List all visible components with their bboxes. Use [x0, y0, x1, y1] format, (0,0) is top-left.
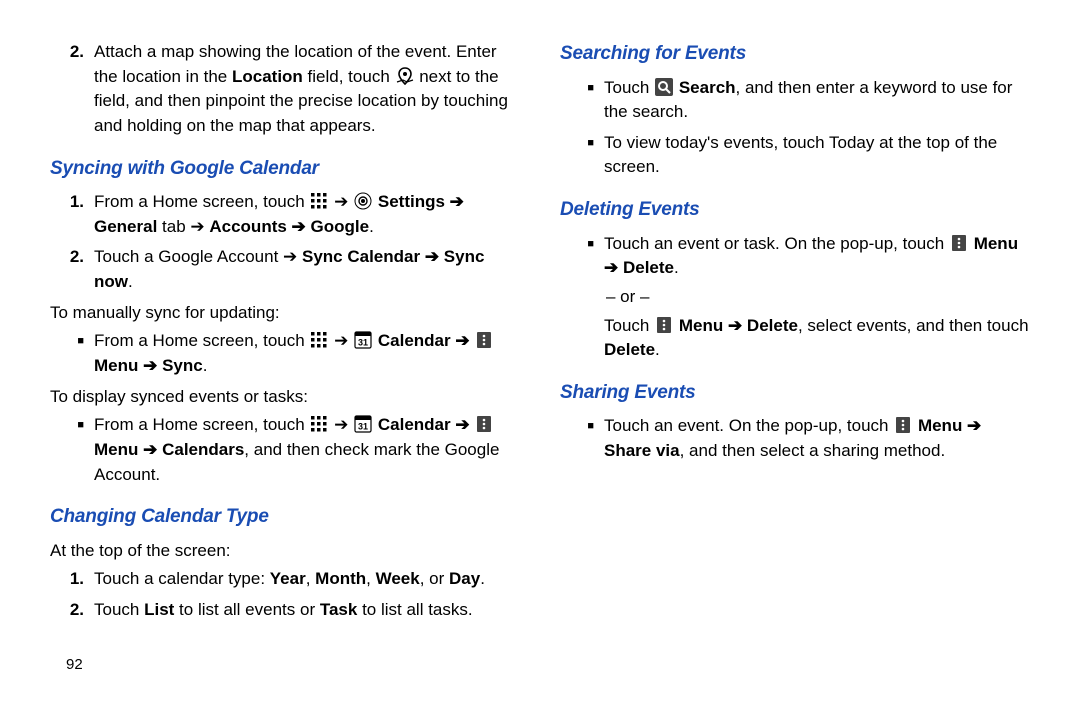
heading-syncing: Syncing with Google Calendar: [50, 155, 520, 183]
right-column: Searching for Events ■ Touch Search, and…: [560, 40, 1030, 710]
delete-item: ■ Touch an event or task. On the pop-up,…: [560, 232, 1030, 363]
menu-icon: [475, 415, 493, 433]
heading-sharing: Sharing Events: [560, 379, 1030, 407]
map-pin-icon: [396, 67, 414, 85]
settings-icon: [354, 192, 372, 210]
heading-deleting: Deleting Events: [560, 196, 1030, 224]
apps-icon: [310, 415, 328, 433]
step-number: 2.: [50, 40, 94, 139]
event-map-step: 2. Attach a map showing the location of …: [50, 40, 520, 139]
menu-icon: [475, 331, 493, 349]
sync-step-2: 2. Touch a Google Account ➔ Sync Calenda…: [50, 245, 520, 294]
search-item-1: ■ Touch Search, and then enter a keyword…: [560, 76, 1030, 125]
apps-icon: [310, 192, 328, 210]
share-item: ■ Touch an event. On the pop-up, touch M…: [560, 414, 1030, 463]
cct-step-1: 1. Touch a calendar type: Year, Month, W…: [50, 567, 520, 592]
menu-icon: [950, 234, 968, 252]
search-icon: [655, 78, 673, 96]
apps-icon: [310, 331, 328, 349]
page-number: 92: [66, 654, 83, 676]
search-item-2: ■ To view today's events, touch Today at…: [560, 131, 1030, 180]
manual-sync-item: ■ From a Home screen, touch ➔ Calendar ➔…: [50, 329, 520, 378]
heading-changing-type: Changing Calendar Type: [50, 503, 520, 531]
cct-step-2: 2. Touch List to list all events or Task…: [50, 598, 520, 623]
menu-icon: [894, 416, 912, 434]
calendar-icon: [354, 331, 372, 349]
heading-searching: Searching for Events: [560, 40, 1030, 68]
menu-icon: [655, 316, 673, 334]
or-separator: – or –: [604, 285, 1030, 310]
calendar-icon: [354, 415, 372, 433]
step-text: Attach a map showing the location of the…: [94, 40, 520, 139]
cct-intro: At the top of the screen:: [50, 539, 520, 564]
display-intro: To display synced events or tasks:: [50, 385, 520, 410]
manual-sync-intro: To manually sync for updating:: [50, 301, 520, 326]
sync-step-1: 1. From a Home screen, touch ➔ Settings …: [50, 190, 520, 239]
left-column: 2. Attach a map showing the location of …: [50, 40, 520, 710]
display-item: ■ From a Home screen, touch ➔ Calendar ➔…: [50, 413, 520, 487]
